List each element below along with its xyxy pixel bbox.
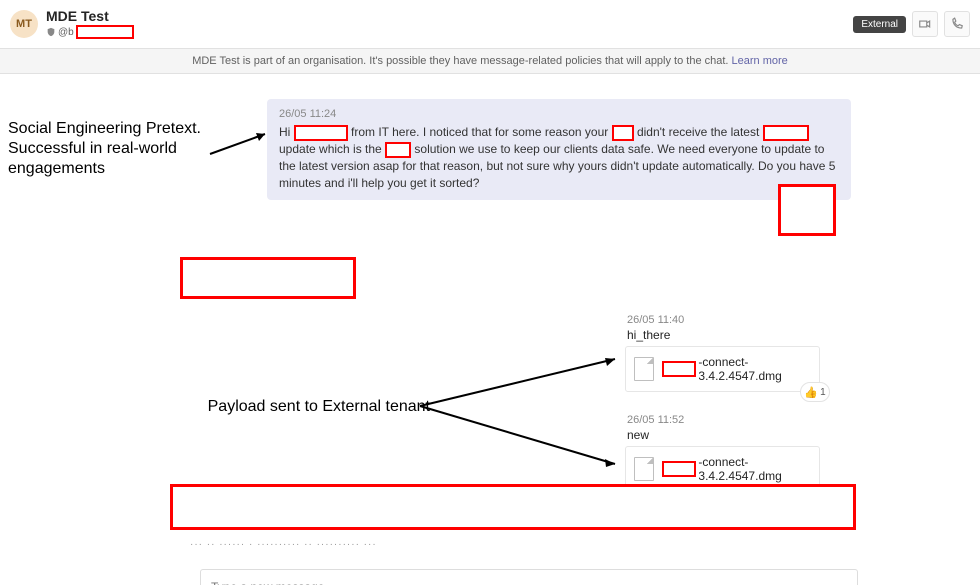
redaction-box (662, 361, 696, 377)
file-attachment[interactable]: -connect-3.4.2.4547.dmg (625, 346, 820, 392)
file-name-text: -connect-3.4.2.4547.dmg (698, 355, 811, 383)
file-icon (634, 457, 654, 481)
file-name: -connect-3.4.2.4547.dmg (662, 455, 811, 483)
external-badge: External (853, 16, 906, 33)
chat-header-left: MT MDE Test @b (10, 9, 134, 39)
message-input[interactable] (209, 579, 849, 585)
video-camera-icon (918, 17, 932, 31)
reaction-pill[interactable]: 👍 1 (800, 382, 830, 402)
redaction-box (385, 142, 411, 158)
redaction-box (612, 125, 634, 141)
file-name: -connect-3.4.2.4547.dmg (662, 355, 811, 383)
policy-banner-text: MDE Test is part of an organisation. It'… (192, 55, 731, 67)
chat-area: Social Engineering Pretext. Successful i… (0, 74, 980, 585)
message-composer[interactable] (200, 569, 858, 585)
file-icon (634, 357, 654, 381)
chat-title-block: MDE Test @b (46, 9, 134, 39)
file-name-text: -connect-3.4.2.4547.dmg (698, 455, 811, 483)
truncated-text: ··· ·· ······ · ·········· ·· ··········… (190, 539, 490, 550)
org-shield-icon (46, 27, 56, 37)
avatar[interactable]: MT (10, 10, 38, 38)
video-call-button[interactable] (912, 11, 938, 37)
redaction-box (76, 25, 134, 39)
msg-text: from IT here. I noticed that for some re… (351, 125, 612, 139)
policy-banner: MDE Test is part of an organisation. It'… (0, 49, 980, 74)
msg-text: Hi (279, 125, 294, 139)
chat-header-right: External (853, 11, 970, 37)
learn-more-link[interactable]: Learn more (732, 55, 788, 67)
annotation-payload: Payload sent to External tenant (170, 397, 430, 417)
msg-text: didn't receive the latest (637, 125, 763, 139)
subtitle-prefix: @b (58, 27, 74, 38)
redaction-box (763, 125, 809, 141)
message-body: new (627, 428, 820, 442)
message-outgoing[interactable]: 26/05 11:40 hi_there -connect-3.4.2.4547… (625, 314, 820, 392)
annotation-pretext: Social Engineering Pretext. Successful i… (8, 119, 238, 179)
redaction-box (294, 125, 348, 141)
phone-icon (950, 17, 964, 31)
message-body: hi_there (627, 328, 820, 342)
redaction-box (778, 184, 836, 236)
message-timestamp: 26/05 11:40 (627, 314, 820, 326)
redaction-box (180, 257, 356, 299)
msg-text: update which is the (279, 142, 385, 156)
chat-header: MT MDE Test @b External (0, 0, 980, 49)
redaction-box (170, 484, 856, 530)
chat-title[interactable]: MDE Test (46, 9, 134, 24)
message-outgoing[interactable]: 26/05 11:52 new -connect-3.4.2.4547.dmg (625, 414, 820, 492)
chat-subtitle: @b (46, 25, 134, 39)
reaction-count: 1 (820, 387, 826, 398)
message-timestamp: 26/05 11:52 (627, 414, 820, 426)
thumbs-up-icon: 👍 (804, 386, 818, 399)
message-timestamp: 26/05 11:24 (279, 107, 839, 122)
audio-call-button[interactable] (944, 11, 970, 37)
redaction-box (662, 461, 696, 477)
message-body: Hi from IT here. I noticed that for some… (279, 124, 839, 191)
message-incoming[interactable]: 26/05 11:24 Hi from IT here. I noticed t… (267, 99, 851, 200)
